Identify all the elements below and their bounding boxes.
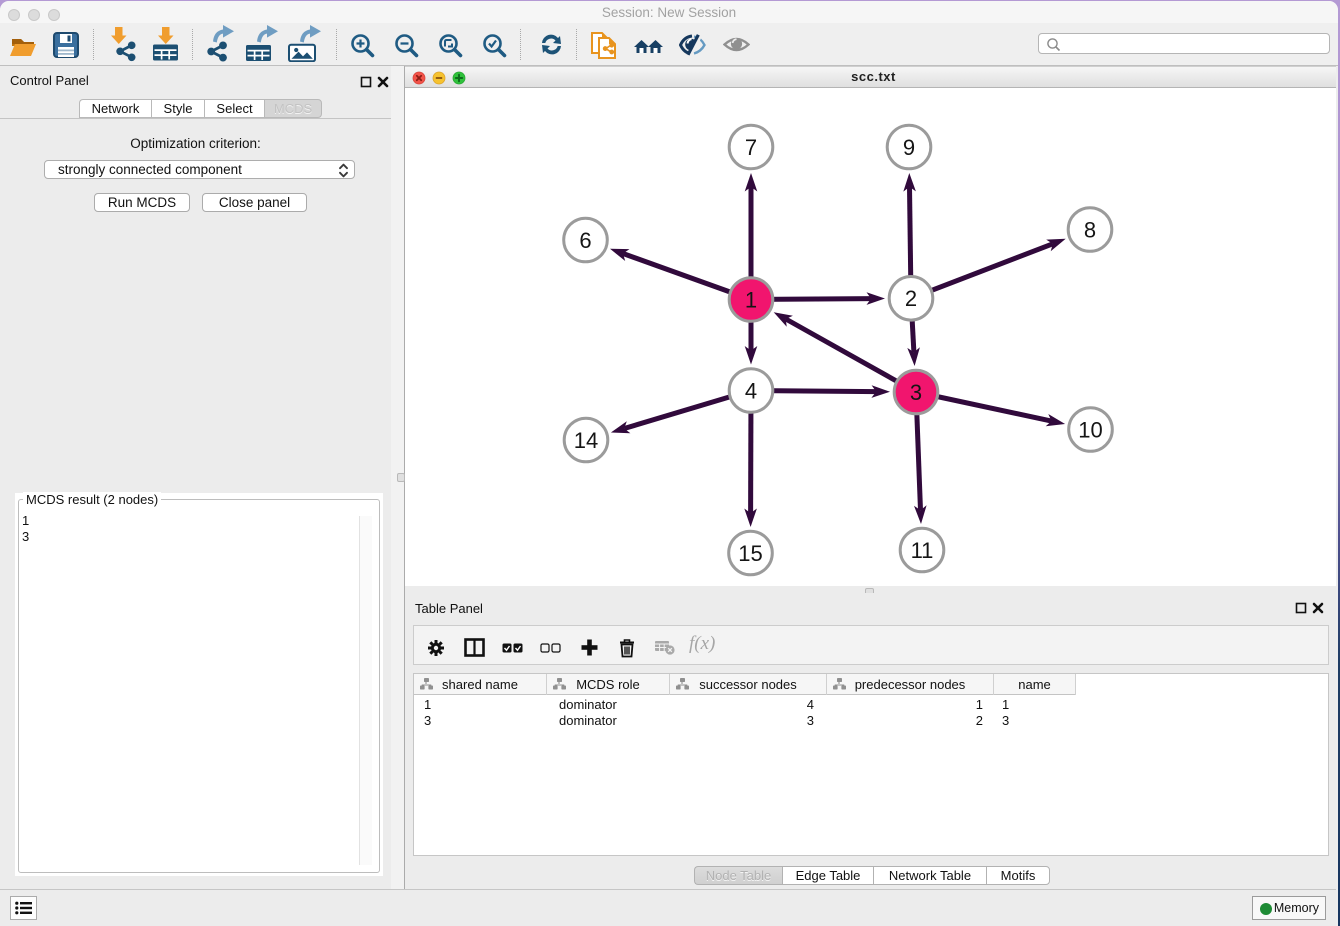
svg-text:8: 8 bbox=[1084, 217, 1096, 242]
svg-text:2: 2 bbox=[905, 286, 917, 311]
svg-text:10: 10 bbox=[1078, 417, 1102, 442]
svg-text:1: 1 bbox=[745, 287, 757, 312]
svg-text:15: 15 bbox=[738, 541, 762, 566]
svg-text:3: 3 bbox=[910, 380, 922, 405]
svg-text:7: 7 bbox=[745, 135, 757, 160]
svg-text:9: 9 bbox=[903, 135, 915, 160]
svg-text:4: 4 bbox=[745, 378, 757, 403]
svg-text:14: 14 bbox=[574, 428, 598, 453]
svg-text:11: 11 bbox=[911, 538, 934, 563]
svg-text:6: 6 bbox=[579, 228, 591, 253]
